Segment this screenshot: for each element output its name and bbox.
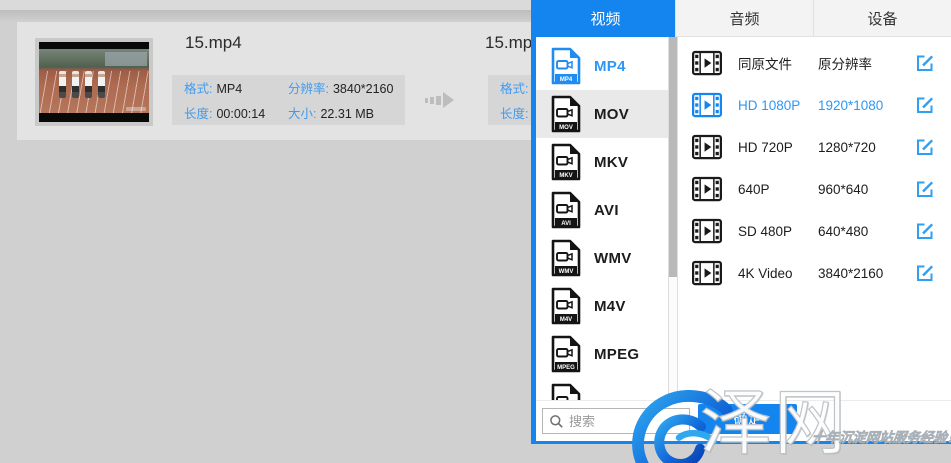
format-option-mkv[interactable]: MKV MKV xyxy=(536,138,668,186)
preset-640p[interactable]: 640P 960*640 xyxy=(678,168,951,210)
format-option-mov[interactable]: MOV MOV xyxy=(536,90,668,138)
video-watermark xyxy=(126,107,146,111)
format-picker-popup: 视频 音频 设备 MP4 MP4 xyxy=(531,0,951,444)
preset-hd720p[interactable]: HD 720P 1280*720 xyxy=(678,126,951,168)
preset-list: 同原文件 原分辨率 HD 1080P 1920*1080 xyxy=(678,37,951,400)
m4v-file-icon: M4V xyxy=(551,287,581,325)
svg-text:WMV: WMV xyxy=(559,269,574,275)
edit-preset-icon[interactable] xyxy=(915,137,935,157)
format-option-mpeg[interactable]: MPEG MPEG xyxy=(536,330,668,378)
preset-resolution: 1920*1080 xyxy=(818,98,915,113)
mov-file-icon: MOV xyxy=(551,95,581,133)
preset-4k[interactable]: 4K Video 3840*2160 xyxy=(678,252,951,294)
svg-text:MKV: MKV xyxy=(559,173,572,179)
format-tabbar: 视频 音频 设备 xyxy=(536,0,951,37)
preset-name: 4K Video xyxy=(738,266,818,281)
format-option-m4v[interactable]: M4V M4V xyxy=(536,282,668,330)
filmstrip-icon xyxy=(692,176,722,202)
edit-preset-icon[interactable] xyxy=(915,179,935,199)
scene-people xyxy=(59,71,105,98)
preset-name: 640P xyxy=(738,182,818,197)
format-label: WMV xyxy=(594,250,632,267)
video-converter-window: 15.mp4 格式:MP4 分辨率:3840*2160 长度:00:00:14 … xyxy=(0,0,951,463)
preset-resolution: 640*480 xyxy=(818,224,915,239)
mpeg-file-icon: MPEG xyxy=(551,335,581,373)
svg-text:MP4: MP4 xyxy=(560,77,573,83)
filmstrip-icon xyxy=(692,134,722,160)
format-label: MPEG xyxy=(594,346,639,363)
filmstrip-icon xyxy=(692,50,722,76)
tab-video[interactable]: 视频 xyxy=(536,0,675,37)
source-resolution: 分辨率:3840*2160 xyxy=(276,78,405,97)
edit-preset-icon[interactable] xyxy=(915,53,935,73)
preset-name: HD 720P xyxy=(738,140,818,155)
preset-resolution: 1280*720 xyxy=(818,140,915,155)
format-option-mp4[interactable]: MP4 MP4 xyxy=(536,42,668,90)
source-format: 格式:MP4 xyxy=(172,78,276,97)
edit-preset-icon[interactable] xyxy=(915,221,935,241)
source-file-title: 15.mp4 xyxy=(185,33,242,53)
format-option-avi[interactable]: AVI AVI xyxy=(536,186,668,234)
preset-original[interactable]: 同原文件 原分辨率 xyxy=(678,42,951,84)
source-info-box: 格式:MP4 分辨率:3840*2160 长度:00:00:14 大小:22.3… xyxy=(172,75,405,125)
format-label: MP4 xyxy=(594,58,626,75)
preset-resolution: 原分辨率 xyxy=(818,53,915,73)
preset-name: HD 1080P xyxy=(738,98,818,113)
video-scene xyxy=(39,49,149,113)
ok-button[interactable]: 确定 xyxy=(698,404,797,434)
format-option-partial[interactable] xyxy=(536,378,668,400)
popup-bottom-bar: 确定 xyxy=(536,400,951,441)
video-thumbnail xyxy=(35,38,153,126)
partial-file-icon xyxy=(551,383,581,400)
wmv-file-icon: WMV xyxy=(551,239,581,277)
convert-arrow-icon xyxy=(425,92,454,108)
preset-name: 同原文件 xyxy=(738,53,818,73)
format-label: MKV xyxy=(594,154,628,171)
tab-device[interactable]: 设备 xyxy=(813,0,951,37)
format-option-wmv[interactable]: WMV WMV xyxy=(536,234,668,282)
filmstrip-icon xyxy=(692,218,722,244)
format-label: MOV xyxy=(594,106,629,123)
edit-preset-icon[interactable] xyxy=(915,263,935,283)
preset-resolution: 3840*2160 xyxy=(818,266,915,281)
search-icon xyxy=(549,414,564,429)
preset-resolution: 960*640 xyxy=(818,182,915,197)
svg-text:AVI: AVI xyxy=(561,221,571,227)
search-box[interactable] xyxy=(542,408,690,434)
mp4-file-icon: MP4 xyxy=(551,47,581,85)
filmstrip-icon xyxy=(692,260,722,286)
format-label: AVI xyxy=(594,202,619,219)
preset-hd1080p[interactable]: HD 1080P 1920*1080 xyxy=(678,84,951,126)
search-input[interactable] xyxy=(569,414,674,429)
preset-sd480p[interactable]: SD 480P 640*480 xyxy=(678,210,951,252)
format-list: MP4 MP4 MOV MOV xyxy=(536,37,668,400)
avi-file-icon: AVI xyxy=(551,191,581,229)
edit-preset-icon[interactable] xyxy=(915,95,935,115)
format-label: M4V xyxy=(594,298,626,315)
scene-building xyxy=(105,52,147,66)
preset-name: SD 480P xyxy=(738,224,818,239)
svg-text:MPEG: MPEG xyxy=(557,365,575,371)
format-list-scrollbar[interactable] xyxy=(668,37,678,415)
scrollbar-thumb[interactable] xyxy=(669,37,677,277)
svg-text:M4V: M4V xyxy=(560,317,572,323)
source-size: 大小:22.31 MB xyxy=(276,103,405,122)
tab-audio[interactable]: 音频 xyxy=(675,0,813,37)
filmstrip-icon xyxy=(692,92,722,118)
video-frame xyxy=(39,42,149,122)
svg-text:MOV: MOV xyxy=(559,125,573,131)
mkv-file-icon: MKV xyxy=(551,143,581,181)
source-duration: 长度:00:00:14 xyxy=(172,103,276,122)
